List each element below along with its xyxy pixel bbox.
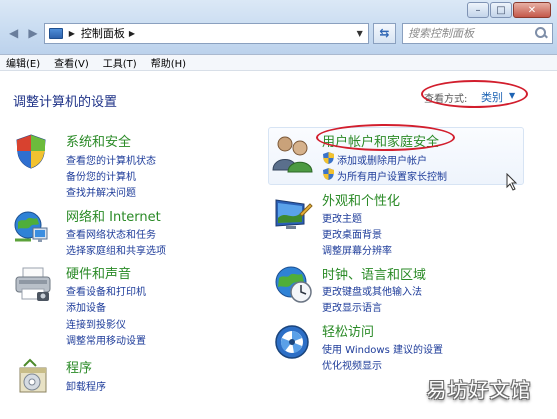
minimize-button[interactable]: – [467,2,489,18]
breadcrumb-arrow-icon[interactable]: ▶ [129,29,135,38]
link-change-theme[interactable]: 更改主题 [322,210,362,225]
highlight-annotation [316,124,455,151]
highlight-annotation [421,80,528,108]
back-arrow-icon[interactable]: ◀ [4,23,23,43]
category-system-security[interactable]: 系统和安全 [66,131,131,150]
search-input[interactable] [408,26,534,40]
category-clock-language[interactable]: 时钟、语言和区域 [322,264,426,283]
link-backup-computer[interactable]: 备份您的计算机 [66,168,136,183]
menu-view[interactable]: 查看(V) [54,55,89,70]
window-buttons: – □ ✕ [466,2,551,18]
page-title: 调整计算机的设置 [13,95,118,110]
shield-flag-icon [16,134,46,169]
category-network-internet[interactable]: 网络和 Internet [66,206,161,225]
programs-icon [19,358,47,393]
link-recommended-settings[interactable]: 使用 Windows 建议的设置 [322,341,443,356]
link-parental-controls[interactable]: 为所有用户设置家长控制 [337,168,447,183]
link-display-language[interactable]: 更改显示语言 [322,299,382,314]
link-mobility-settings[interactable]: 调整常用移动设置 [66,332,146,347]
menu-help[interactable]: 帮助(H) [151,55,186,70]
category-programs[interactable]: 程序 [66,357,92,376]
link-homegroup-sharing[interactable]: 选择家庭组和共享选项 [66,242,166,257]
menu-tools[interactable]: 工具(T) [103,55,137,70]
address-row: ◀ ▶ ▶ 控制面板 ▶ ▼ ⇆ [4,22,553,44]
maximize-button[interactable]: □ [490,2,512,18]
refresh-icon: ⇆ [379,26,390,40]
breadcrumb-arrow-icon[interactable]: ▶ [69,29,75,38]
link-troubleshoot[interactable]: 查找并解决问题 [66,184,136,199]
window-chrome: – □ ✕ ◀ ▶ ▶ 控制面板 ▶ ▼ ⇆ [0,0,557,55]
link-add-device[interactable]: 添加设备 [66,299,106,314]
search-box[interactable] [402,22,553,44]
uac-shield-icon [323,152,334,164]
link-view-computer-status[interactable]: 查看您的计算机状态 [66,152,156,167]
category-hardware-sound[interactable]: 硬件和声音 [66,263,131,282]
mouse-cursor-icon [506,173,518,191]
link-connect-projector[interactable]: 连接到投影仪 [66,316,126,331]
clock-globe-icon [275,266,312,303]
refresh-button[interactable]: ⇆ [372,22,396,44]
category-appearance[interactable]: 外观和个性化 [322,190,400,209]
link-optimize-display[interactable]: 优化视频显示 [322,357,382,372]
menu-bar: 编辑(E) 查看(V) 工具(T) 帮助(H) [0,55,557,71]
link-uninstall-program[interactable]: 卸载程序 [66,378,106,393]
breadcrumb-control-panel[interactable]: 控制面板 [81,25,125,41]
users-icon [272,136,313,173]
close-button[interactable]: ✕ [513,2,551,18]
link-devices-printers[interactable]: 查看设备和打印机 [66,283,146,298]
forward-arrow-icon[interactable]: ▶ [23,23,42,43]
search-icon[interactable] [534,26,548,40]
watermark: 易坊好文馆 [426,377,532,402]
category-ease-of-access[interactable]: 轻松访问 [322,321,374,340]
link-screen-resolution[interactable]: 调整屏幕分辨率 [322,242,392,257]
uac-shield-icon [323,168,334,180]
link-network-status[interactable]: 查看网络状态和任务 [66,226,156,241]
monitor-icon [275,199,313,229]
printer-icon [15,267,51,301]
link-desktop-background[interactable]: 更改桌面背景 [322,226,382,241]
menu-edit[interactable]: 编辑(E) [6,55,40,70]
link-add-remove-accounts[interactable]: 添加或删除用户帐户 [337,152,427,167]
link-change-keyboard[interactable]: 更改键盘或其他输入法 [322,283,422,298]
address-dropdown-icon[interactable]: ▼ [352,24,368,43]
control-panel-icon [48,27,63,39]
ease-of-access-icon [275,325,309,359]
network-globe-icon [14,211,48,242]
address-bar[interactable]: ▶ 控制面板 ▶ ▼ [43,22,369,44]
